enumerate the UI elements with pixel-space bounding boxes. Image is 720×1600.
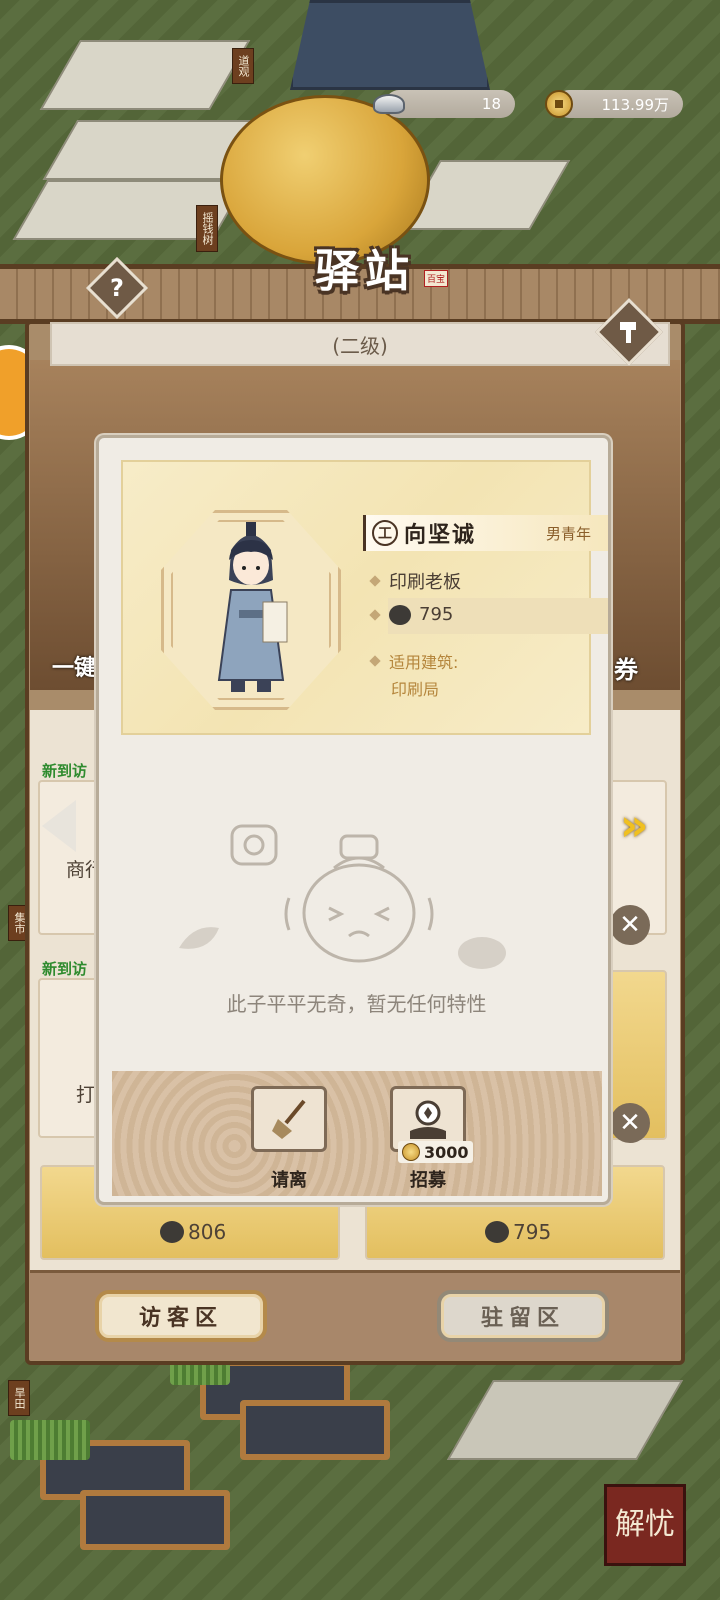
visitor-occupation: 印刷老板 (389, 572, 461, 593)
bullet-icon (369, 608, 381, 621)
copper-coin-icon (402, 1143, 420, 1161)
dismiss-label: 请离 (271, 1170, 307, 1191)
bullet-icon (369, 575, 381, 587)
building-label-line: 适用建筑: (369, 649, 459, 673)
occupation-line: 印刷老板 (369, 568, 461, 594)
broom-icon (272, 1099, 306, 1139)
visitor-age-tag: 男青年 (545, 524, 591, 543)
visitor-name: 向坚诚 (404, 523, 477, 548)
leaf-icon (179, 927, 219, 949)
coin-hand-icon (410, 1100, 446, 1139)
dismiss-button[interactable] (251, 1086, 327, 1152)
power-line: 795 (369, 604, 454, 625)
building-label: 适用建筑: (389, 653, 459, 672)
recruit-cost-value: 3000 (424, 1142, 469, 1162)
plain-face-illustration (284, 834, 434, 963)
bubble-icon (230, 824, 278, 866)
portrait-frame (161, 510, 341, 710)
visitor-detail-modal: 工 向坚诚 男青年 印刷老板 795 适用建筑: 印刷局 此子平平无奇，暂无任何… (96, 435, 611, 1205)
bullet-icon (369, 655, 381, 667)
recruit-label: 招募 (410, 1170, 446, 1191)
heart-icon (389, 604, 411, 625)
building-value: 印刷局 (391, 680, 440, 699)
visitor-power: 795 (419, 604, 454, 625)
craftsman-icon: 工 (372, 520, 398, 546)
visitor-portrait (217, 522, 288, 692)
visitor-info-card: 工 向坚诚 男青年 印刷老板 795 适用建筑: 印刷局 (121, 460, 608, 735)
trait-text: 此子平平无奇，暂无任何特性 (226, 992, 487, 1016)
recruit-cost: 3000 (398, 1141, 473, 1163)
visitor-name-bar: 工 向坚诚 男青年 (363, 515, 608, 551)
action-area: 请离 3000 招募 (112, 1071, 602, 1196)
fist-icon (458, 937, 506, 969)
